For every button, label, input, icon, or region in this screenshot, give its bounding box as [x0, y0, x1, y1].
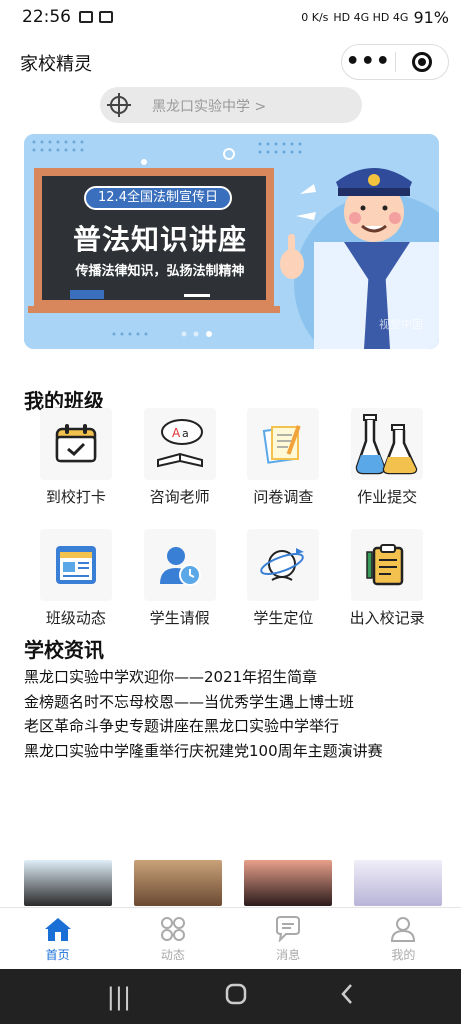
thumbnail-image[interactable]	[244, 860, 332, 906]
recent-apps-icon[interactable]: |||	[107, 983, 131, 1011]
gallery-icon	[79, 11, 93, 23]
class-item-homework[interactable]: 作业提交	[335, 408, 439, 507]
class-item-checkin[interactable]: 到校打卡	[24, 408, 128, 507]
close-miniapp-button[interactable]	[395, 52, 448, 72]
status-bar: 22:56 0 K/s HD 4G HD 4G 91%	[0, 0, 461, 34]
class-item-survey[interactable]: 问卷调查	[232, 408, 336, 507]
locate-icon	[107, 93, 131, 117]
miniapp-capsule: •••	[341, 44, 449, 80]
news-item[interactable]: 金榜题名时不忘母校恩——当优秀学生遇上博士班	[24, 690, 444, 715]
class-item-leave[interactable]: 学生请假	[128, 529, 232, 628]
news-item[interactable]: 老区革命斗争史专题讲座在黑龙口实验中学举行	[24, 714, 444, 739]
class-item-label: 咨询老师	[149, 488, 210, 506]
class-item-label: 班级动态	[45, 609, 106, 627]
more-menu-button[interactable]: •••	[342, 51, 395, 73]
tab-label: 我的	[391, 948, 416, 962]
status-right: 0 K/s HD 4G HD 4G 91%	[301, 8, 449, 27]
tab-feed[interactable]: 动态	[115, 908, 230, 969]
person-clock-icon	[143, 529, 216, 601]
class-item-access-record[interactable]: 出入校记录	[335, 529, 439, 628]
clipboard-pen-icon	[351, 529, 424, 601]
check-icon	[99, 11, 113, 23]
tab-messages[interactable]: 消息	[231, 908, 346, 969]
class-item-consult[interactable]: Aa 咨询老师	[128, 408, 232, 507]
class-item-label: 出入校记录	[349, 609, 425, 627]
banner-heading: 普法知识讲座	[72, 223, 247, 256]
newspaper-icon	[39, 529, 112, 601]
thumbnail-image[interactable]	[134, 860, 222, 906]
thumbnail-image[interactable]	[24, 860, 112, 906]
media-thumbnails	[24, 860, 444, 906]
calendar-check-icon	[39, 408, 112, 480]
tab-home[interactable]: 首页	[0, 908, 115, 969]
svg-text:a: a	[182, 427, 189, 440]
class-item-label: 学生请假	[149, 609, 210, 627]
app-title: 家校精灵	[20, 54, 92, 75]
school-selector[interactable]: 黑龙口实验中学 >	[100, 87, 362, 123]
banner-watermark: 视觉中国	[379, 318, 423, 331]
globe-plane-icon	[247, 529, 320, 601]
class-item-label: 到校打卡	[45, 488, 106, 506]
class-item-class-news[interactable]: 班级动态	[24, 529, 128, 628]
status-time: 22:56	[22, 7, 71, 27]
tab-label: 动态	[160, 948, 185, 962]
news-item[interactable]: 黑龙口实验中学隆重举行庆祝建党100周年主题演讲赛	[24, 739, 444, 764]
tab-label: 首页	[45, 948, 70, 962]
chat-bubble-icon	[276, 916, 301, 942]
back-icon[interactable]	[340, 983, 354, 1011]
flask-icon	[351, 408, 424, 480]
svg-text:A: A	[172, 426, 181, 440]
my-class-grid: 到校打卡 Aa 咨询老师 问卷调查 作业提交 班级动态 学生请假 学生定位 出入…	[24, 408, 439, 628]
news-item[interactable]: 黑龙口实验中学欢迎你——2021年招生简章	[24, 665, 444, 690]
app-bar: 家校精灵 •••	[0, 40, 461, 84]
home-icon	[44, 918, 71, 941]
battery-level: 91%	[413, 7, 449, 27]
banner-carousel[interactable]: 12.4全国法制宣传日 普法知识讲座 传播法律知识，弘扬法制精神 视觉中国	[24, 134, 439, 349]
thumbnail-image[interactable]	[354, 860, 442, 906]
bottom-tab-bar: 首页 动态 消息 我的	[0, 907, 461, 969]
person-icon	[391, 917, 416, 942]
net-speed: 0 K/s	[301, 10, 329, 24]
class-item-label: 作业提交	[357, 488, 418, 506]
record-circle-icon	[411, 52, 432, 72]
class-item-label: 问卷调查	[253, 488, 314, 506]
tab-profile[interactable]: 我的	[346, 908, 461, 969]
tab-label: 消息	[276, 948, 301, 962]
school-news-list: 黑龙口实验中学欢迎你——2021年招生简章 金榜题名时不忘母校恩——当优秀学生遇…	[24, 665, 444, 763]
signal-info: HD 4G HD 4G	[333, 10, 409, 24]
teacher-book-icon: Aa	[143, 408, 216, 480]
school-selector-text: 黑龙口实验中学 >	[152, 99, 267, 115]
class-item-locate[interactable]: 学生定位	[232, 529, 336, 628]
survey-notes-icon	[247, 408, 320, 480]
circles-grid-icon	[160, 917, 185, 941]
banner-tag: 12.4全国法制宣传日	[84, 186, 232, 210]
school-news-title: 学校资讯	[24, 638, 104, 662]
class-item-label: 学生定位	[253, 609, 314, 627]
banner-slogan: 传播法律知识，弘扬法制精神	[75, 264, 245, 279]
home-button-icon[interactable]	[225, 983, 247, 1011]
system-navigation-bar: |||	[0, 969, 461, 1024]
